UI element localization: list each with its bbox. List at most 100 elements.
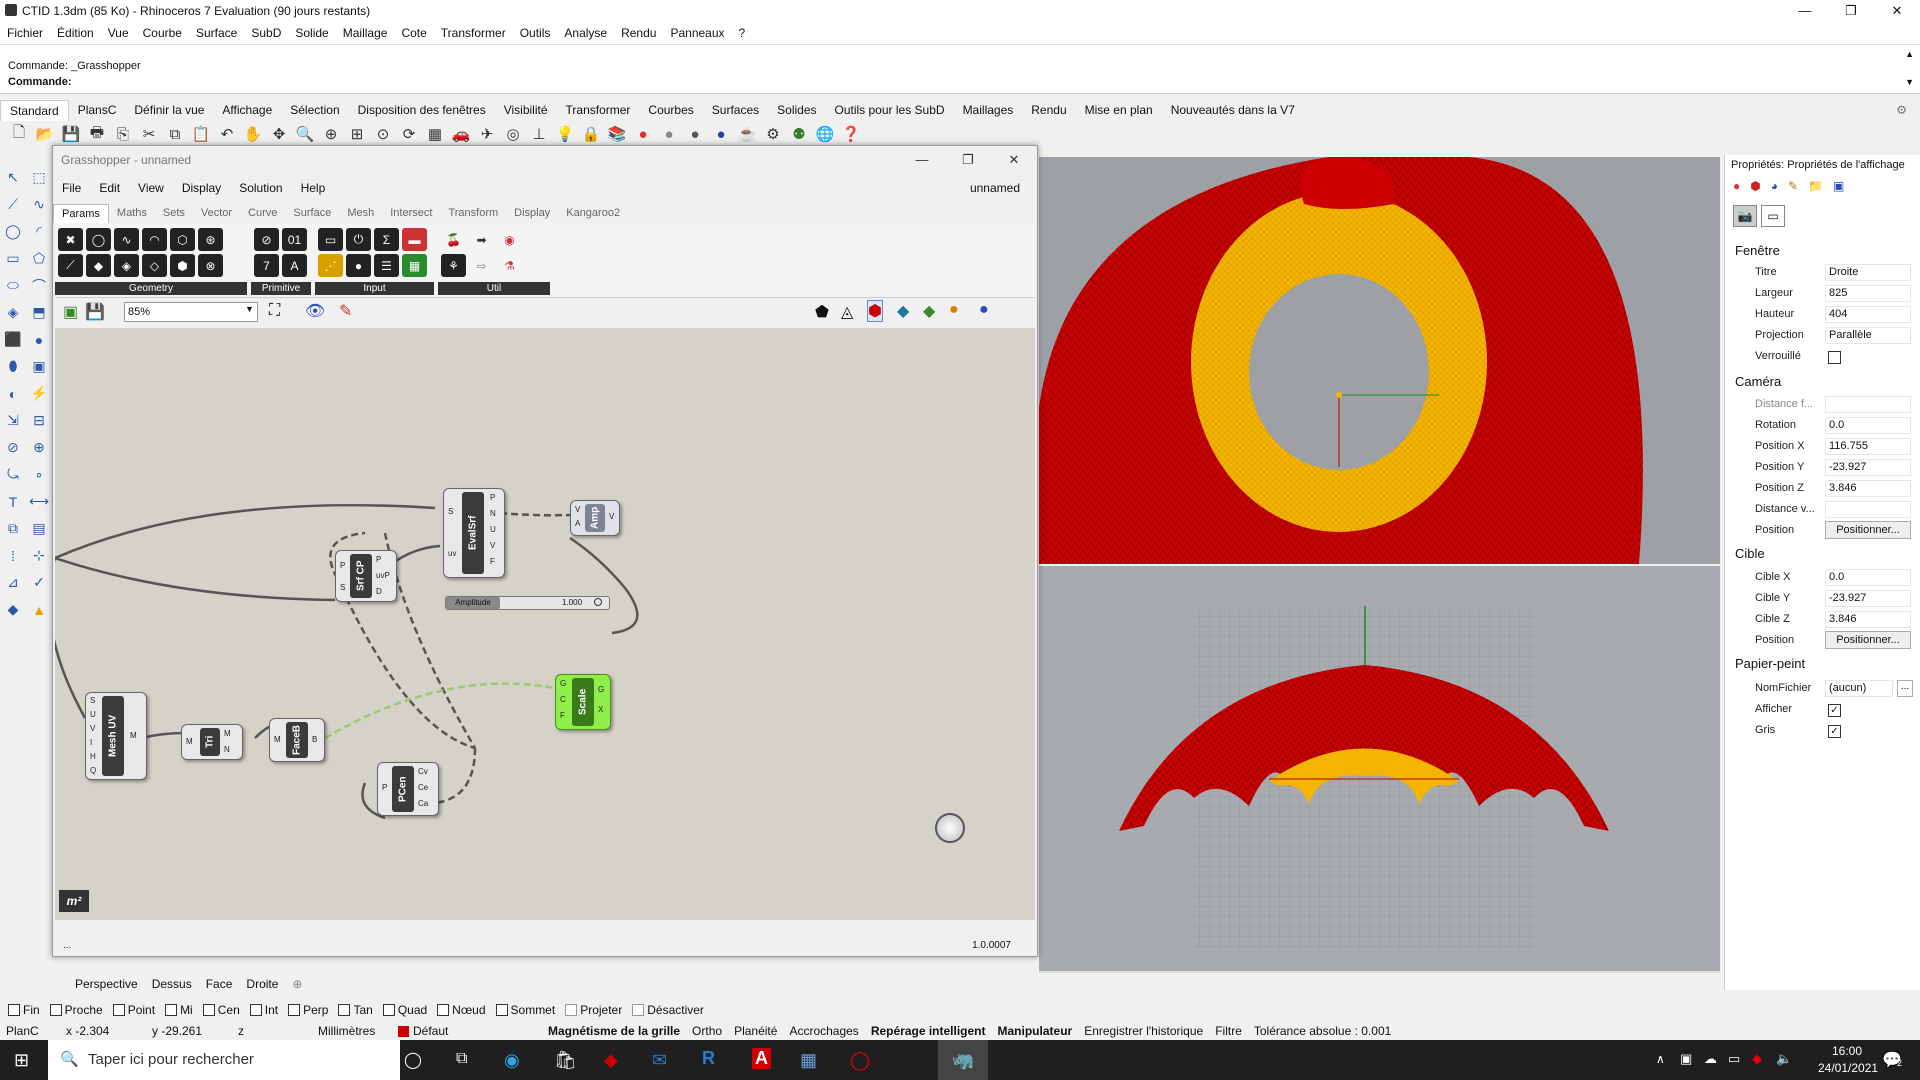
gh-tab-intersect[interactable]: Intersect xyxy=(382,204,440,222)
tab-plansc[interactable]: PlansC xyxy=(69,100,126,120)
input-list-icon[interactable]: ☰ xyxy=(374,254,399,277)
toggle-grid-snap[interactable]: Magnétisme de la grille xyxy=(542,1021,686,1041)
param-boolean-icon[interactable]: ⊘ xyxy=(254,228,279,251)
osnap-point[interactable]: Point xyxy=(112,1003,155,1017)
gh-tab-params[interactable]: Params xyxy=(53,203,109,223)
field-cible-x[interactable]: 0.0 xyxy=(1825,569,1911,586)
toggle-record-history[interactable]: Enregistrer l'historique xyxy=(1078,1021,1209,1041)
toggle-filter[interactable]: Filtre xyxy=(1209,1021,1248,1041)
sketch-icon[interactable]: ✎ xyxy=(339,301,352,321)
zoom-dropdown-icon[interactable]: ▼ xyxy=(245,304,254,314)
zoom-icon[interactable]: 🔍 xyxy=(294,123,316,145)
transform-icon[interactable]: ⇲ xyxy=(2,408,24,433)
input-toggle-icon[interactable]: ⏻ xyxy=(346,228,371,251)
gh-menu-view[interactable]: View xyxy=(129,178,173,198)
afficher-checkbox[interactable]: ✓ xyxy=(1828,704,1841,717)
boolean-icon[interactable]: ◐ xyxy=(2,381,24,406)
field-nomfichier[interactable]: (aucun) xyxy=(1825,680,1893,697)
cplane-icon[interactable]: ◎ xyxy=(502,123,524,145)
tab-transformer[interactable]: Transformer xyxy=(557,100,640,120)
array-icon[interactable]: ⊟ xyxy=(28,408,50,433)
amp-component[interactable]: V A Amp V xyxy=(570,500,620,536)
zoom-select[interactable]: 85% xyxy=(124,302,258,322)
surface-icon[interactable]: ◈ xyxy=(2,300,24,325)
menu-vue[interactable]: Vue xyxy=(101,26,136,40)
param-arc-icon[interactable]: ◠ xyxy=(142,228,167,251)
clock-date[interactable]: 24/01/2021 xyxy=(1818,1061,1878,1075)
param-line-icon[interactable]: ⟋ xyxy=(58,254,83,277)
pcen-component[interactable]: P PCen Cv Ce Ca xyxy=(377,762,439,816)
render-tab-icon[interactable]: ◕ xyxy=(1771,179,1778,193)
cortana-icon[interactable]: ◯ xyxy=(404,1050,422,1070)
meshuv-component[interactable]: S U V I H Q Mesh UV M xyxy=(85,692,147,780)
curve-icon[interactable]: ∿ xyxy=(28,192,50,217)
gh-save-icon[interactable]: 💾 xyxy=(85,302,105,322)
layer-icon[interactable]: 📚 xyxy=(606,123,628,145)
move-icon[interactable]: ✥ xyxy=(268,123,290,145)
toggle-ortho[interactable]: Ortho xyxy=(686,1021,728,1041)
command-input[interactable] xyxy=(78,74,1898,90)
slider-knob-icon[interactable] xyxy=(594,598,602,606)
osnap-proche[interactable]: Proche xyxy=(49,1003,103,1017)
mesh-icon[interactable]: ▣ xyxy=(28,354,50,379)
osnap-perp[interactable]: Perp xyxy=(288,1003,328,1017)
wireframe-sphere-icon[interactable]: ● xyxy=(658,123,680,145)
gear-icon[interactable]: ⚙ xyxy=(1887,100,1916,120)
antivirus-icon[interactable]: ◆ xyxy=(1752,1051,1762,1067)
viewport-bottom[interactable] xyxy=(1039,566,1720,971)
param-curve-icon[interactable]: ∿ xyxy=(114,228,139,251)
brush-tab-icon[interactable]: ✎ xyxy=(1788,179,1798,193)
menu-subd[interactable]: SubD xyxy=(244,26,288,40)
gh-close-button[interactable]: ✕ xyxy=(991,146,1037,174)
grid-dots-icon[interactable]: ⁞ xyxy=(2,543,24,568)
menu-fichier[interactable]: Fichier xyxy=(0,26,50,40)
util-cherry-icon[interactable]: 🍒 xyxy=(441,228,466,251)
bake-sphere-icon[interactable]: ● xyxy=(979,301,989,319)
vp-tab-perspective[interactable]: Perspective xyxy=(68,973,145,995)
bake-green-icon[interactable]: ◆ xyxy=(923,301,935,321)
tab-definir-la-vue[interactable]: Définir la vue xyxy=(125,100,213,120)
rendered-sphere-icon[interactable]: ● xyxy=(710,123,732,145)
osnap-mi[interactable]: Mi xyxy=(165,1003,193,1017)
util-flask-icon[interactable]: ⚗ xyxy=(497,254,522,277)
options-gear-icon[interactable]: ⚙ xyxy=(762,123,784,145)
osnap-quad[interactable]: Quad xyxy=(382,1003,427,1017)
block-icon[interactable]: ▤ xyxy=(28,516,50,541)
dimension-icon[interactable]: ⟷ xyxy=(28,489,50,514)
mail-icon[interactable]: ✉ xyxy=(652,1050,667,1071)
tab-outils-subd[interactable]: Outils pour les SubD xyxy=(826,100,954,120)
task-view-icon[interactable]: ⧉ xyxy=(456,1050,467,1068)
menu-help[interactable]: ? xyxy=(732,26,753,40)
status-units[interactable]: Millimètres xyxy=(312,1021,392,1041)
field-cible-y[interactable]: -23.927 xyxy=(1825,590,1911,607)
param-geometry-icon[interactable]: ✖ xyxy=(58,228,83,251)
rotate-view-icon[interactable]: ⟳ xyxy=(398,123,420,145)
gh-minimize-button[interactable]: — xyxy=(899,146,945,174)
pan-hand-icon[interactable]: ✋ xyxy=(242,123,264,145)
field-distance-focale[interactable] xyxy=(1825,396,1911,413)
tab-rendu[interactable]: Rendu xyxy=(1022,100,1075,120)
field-distance-vue[interactable] xyxy=(1825,501,1911,518)
text-icon[interactable]: T xyxy=(2,489,24,514)
lock-icon[interactable]: 🔒 xyxy=(580,123,602,145)
browse-button[interactable]: ... xyxy=(1897,680,1913,697)
edge-icon[interactable]: ◉ xyxy=(504,1050,520,1071)
clock-time[interactable]: 16:00 xyxy=(1832,1044,1862,1058)
camera-positionner-button[interactable]: Positionner... xyxy=(1825,521,1911,539)
solid-sphere-icon[interactable]: ● xyxy=(28,327,50,352)
status-layer[interactable]: Défaut xyxy=(392,1021,542,1041)
export-icon[interactable]: ⎘ xyxy=(112,123,134,145)
status-plane[interactable]: PlanC xyxy=(0,1021,60,1041)
preview-off-icon[interactable]: ⬟ xyxy=(815,302,829,322)
store-icon[interactable]: 🛍 xyxy=(554,1050,577,1071)
projection-select[interactable]: Parallèle xyxy=(1825,327,1911,344)
field-hauteur[interactable]: 404 xyxy=(1825,306,1911,323)
osnap-sommet[interactable]: Sommet xyxy=(495,1003,555,1017)
eye-icon[interactable]: 👁 xyxy=(305,301,325,321)
globe-icon[interactable]: 🌐 xyxy=(814,123,836,145)
field-position-x[interactable]: 116.755 xyxy=(1825,438,1911,455)
tab-selection[interactable]: Sélection xyxy=(281,100,348,120)
vp-tab-dessus[interactable]: Dessus xyxy=(145,973,199,995)
select-arrow-icon[interactable]: ↖ xyxy=(2,165,24,190)
gh-tab-curve[interactable]: Curve xyxy=(240,204,285,222)
